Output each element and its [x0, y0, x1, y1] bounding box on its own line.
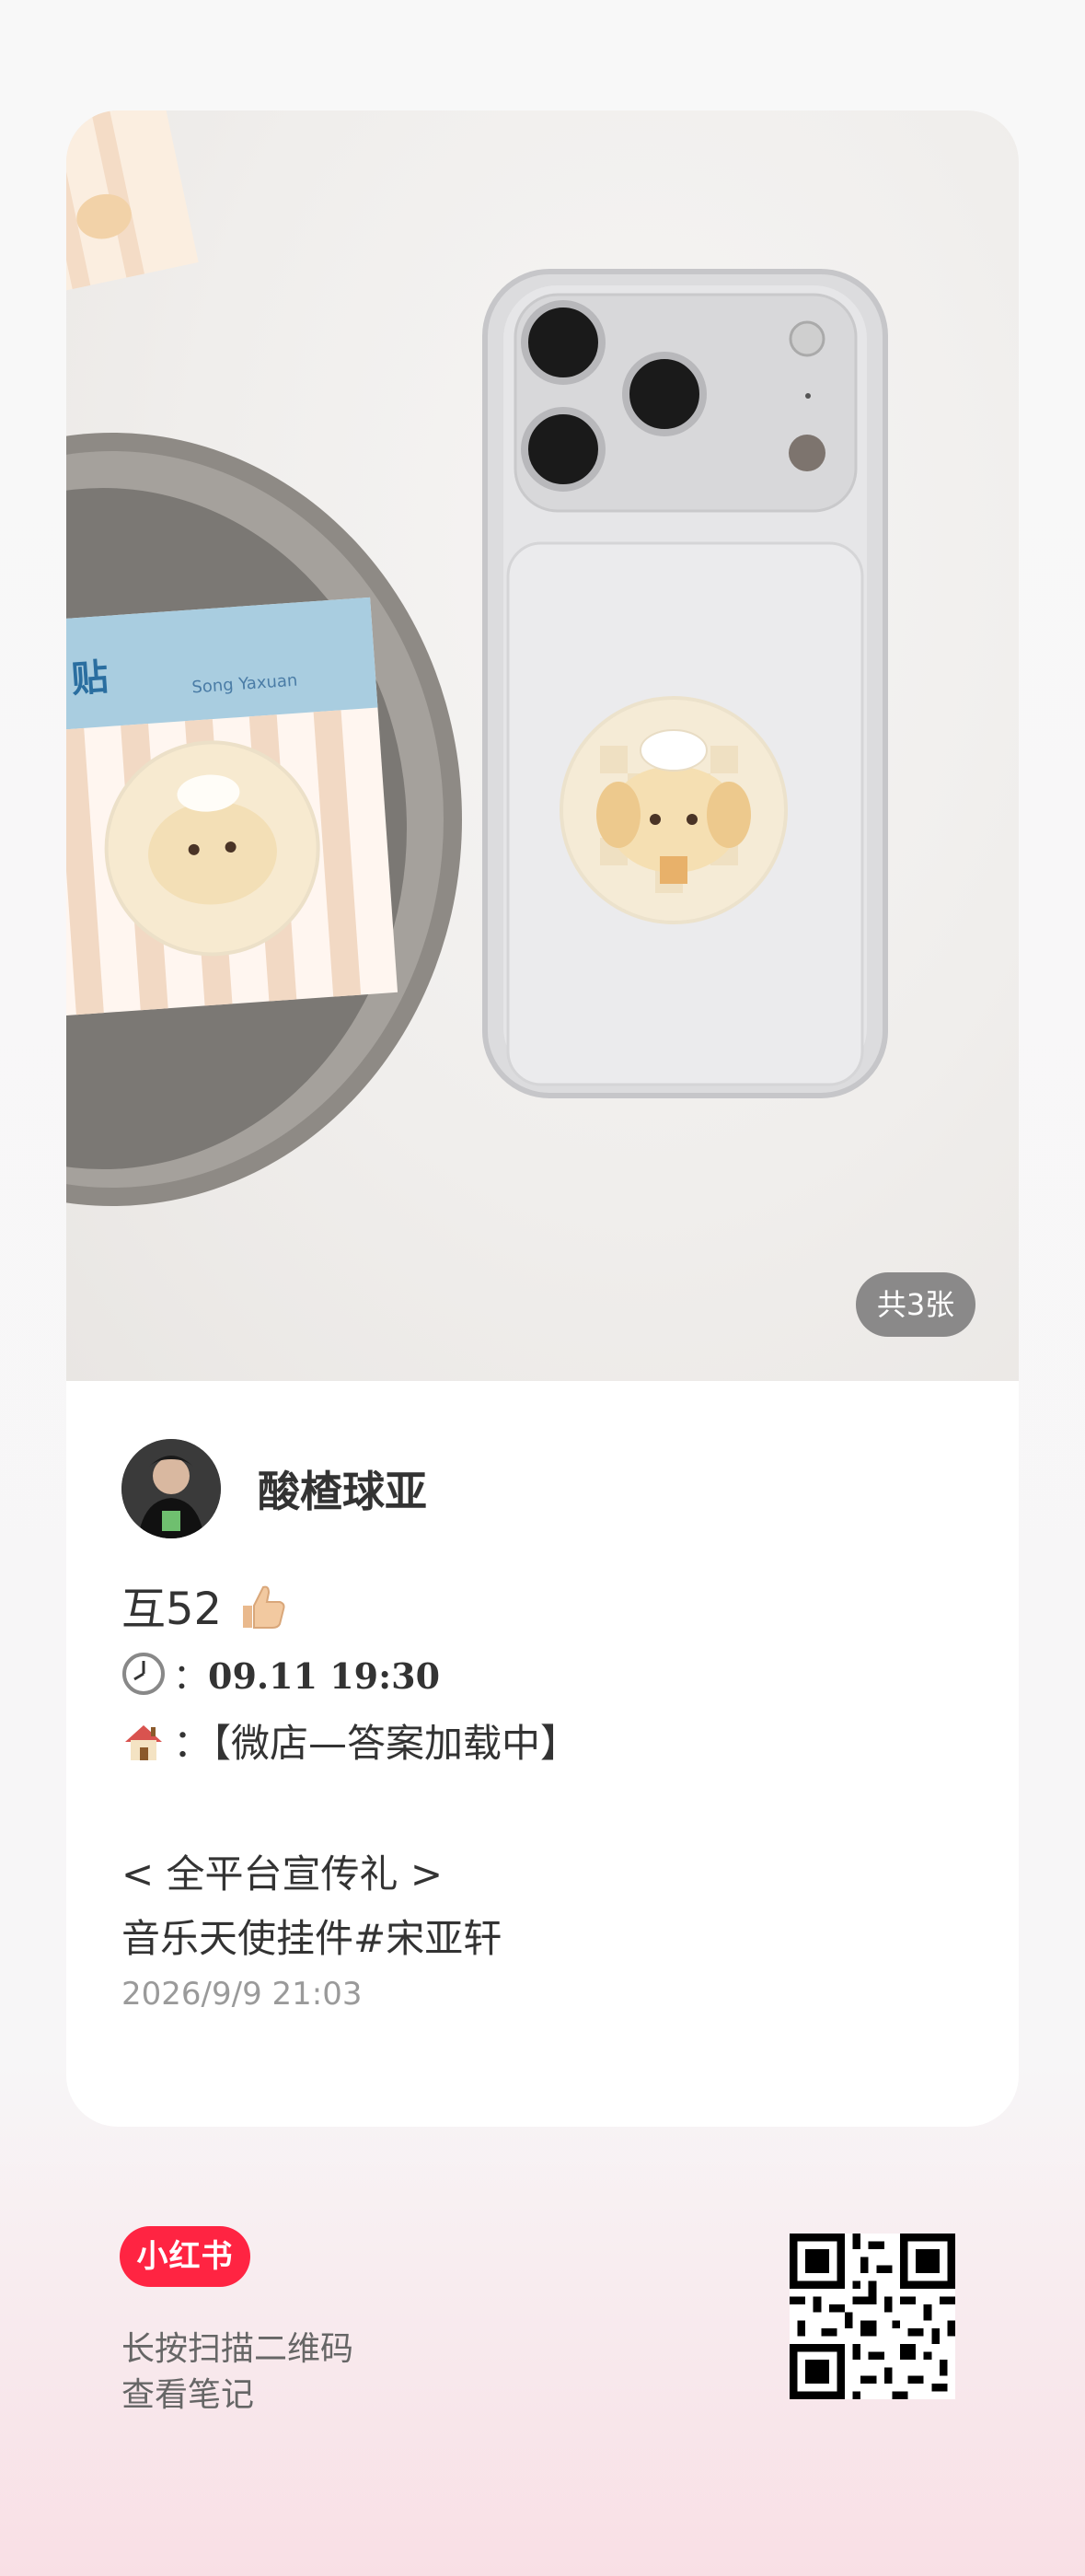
post-time-line: ：09.11 19:30 [121, 1648, 440, 1699]
note-photo[interactable]: 贴 Song Yaxuan 共3张 [66, 110, 1019, 1381]
qr-code-graphic [790, 2234, 955, 2399]
shop-label: ： [173, 1721, 213, 1766]
tags-line[interactable]: 音乐天使挂件#宋亚轩 [121, 1908, 502, 1964]
post-date: 2026/9/9 21:03 [121, 1976, 363, 2013]
image-count-badge: 共3张 [856, 1272, 975, 1337]
note-card: 贴 Song Yaxuan 共3张 酸楂球亚 互52 ：09.11 19:30 … [66, 110, 1019, 2127]
qr-hint-line-1: 长按扫描二维码 [121, 2330, 354, 2368]
clock-icon [122, 1653, 165, 1695]
post-shop-line: ：【微店—答案加载中】 [121, 1712, 579, 1769]
time-label: ： [173, 1656, 209, 1697]
shop-value: 【微店—答案加载中】 [212, 1721, 580, 1766]
xiaohongshu-logo: 小红书 [120, 2226, 250, 2287]
time-value: 09.11 19:30 [208, 1655, 441, 1697]
photo-illustration: 贴 Song Yaxuan [66, 110, 888, 1206]
thumbs-up-icon [243, 1585, 285, 1629]
qr-code-icon[interactable] [790, 2234, 955, 2399]
qr-hint-line-2: 查看笔记 [121, 2376, 255, 2414]
avatar[interactable] [121, 1439, 221, 1538]
house-icon [125, 1725, 162, 1760]
sticker-title: 贴 [70, 656, 110, 702]
author-name[interactable]: 酸楂球亚 [258, 1458, 427, 1519]
author-row[interactable]: 酸楂球亚 [121, 1438, 427, 1539]
post-text-1: 互52 [121, 1584, 223, 1635]
post-line-1: 互52 [121, 1572, 294, 1637]
avatar-image [121, 1439, 221, 1538]
promo-line: < 全平台宣传礼 > [121, 1851, 444, 1897]
